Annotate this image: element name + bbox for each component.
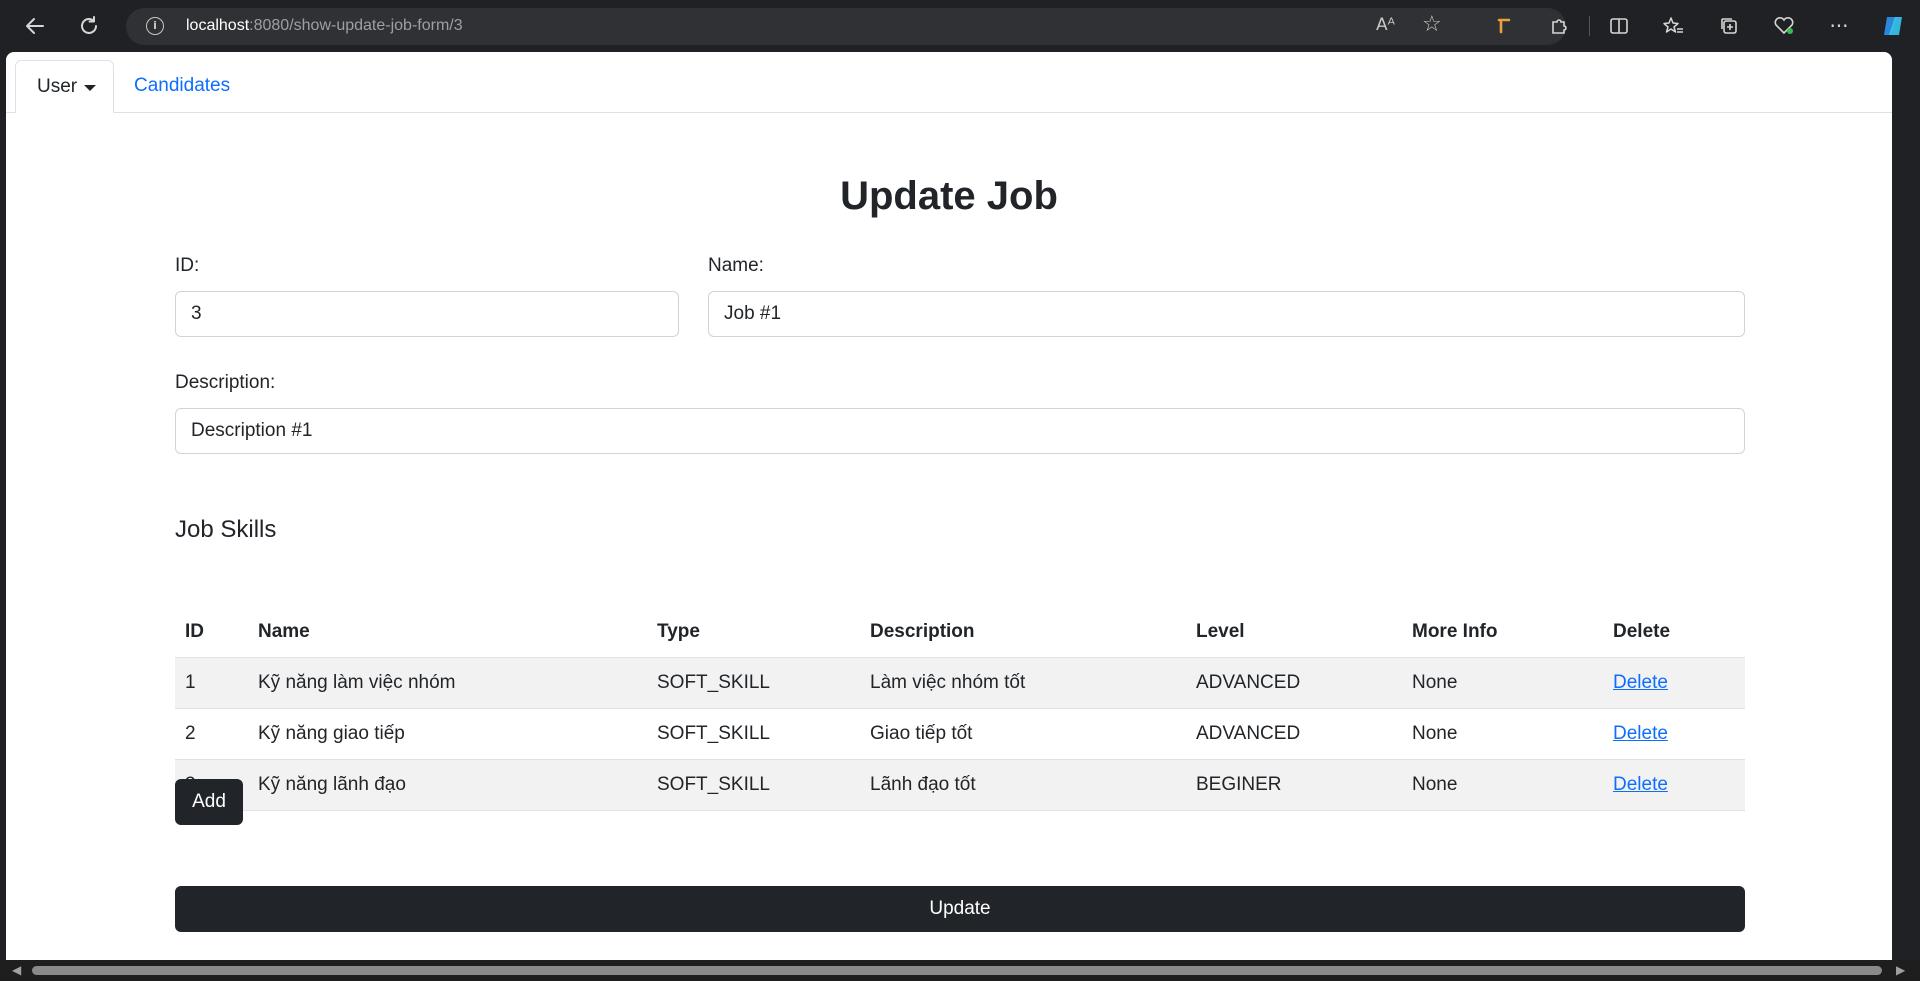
cell-description: Làm việc nhóm tốt: [860, 657, 1186, 709]
cell-more-info: None: [1402, 657, 1603, 709]
user-dropdown-tab[interactable]: User: [15, 60, 114, 113]
cell-delete: Delete: [1603, 708, 1745, 760]
description-label: Description:: [175, 372, 276, 393]
description-input[interactable]: Description #1: [175, 408, 1745, 454]
window-edge: [1892, 52, 1920, 981]
back-icon[interactable]: [22, 13, 48, 39]
cell-type: SOFT_SKILL: [647, 657, 860, 709]
toolbar-divider: [1589, 16, 1590, 36]
table-row: 3 Kỹ năng lãnh đạo SOFT_SKILL Lãnh đạo t…: [175, 759, 1745, 811]
cell-description: Lãnh đạo tốt: [860, 759, 1186, 811]
read-aloud-icon[interactable]: Aᴬ: [1376, 15, 1395, 35]
update-button[interactable]: Update: [175, 886, 1745, 932]
job-skills-table: ID Name Type Description Level More Info…: [175, 607, 1745, 811]
delete-link[interactable]: Delete: [1613, 774, 1668, 795]
browser-toolbar: i localhost:8080/show-update-job-form/3 …: [0, 0, 1920, 52]
col-header-more-info: More Info: [1402, 607, 1603, 658]
name-label: Name:: [708, 255, 764, 276]
user-tab-label: User: [37, 75, 78, 97]
page-title: Update Job: [840, 174, 1058, 218]
cell-type: SOFT_SKILL: [647, 759, 860, 811]
col-header-description: Description: [860, 607, 1186, 658]
name-input[interactable]: Job #1: [708, 291, 1745, 337]
site-info-icon[interactable]: i: [146, 17, 164, 35]
col-header-delete: Delete: [1603, 607, 1745, 658]
col-header-type: Type: [647, 607, 860, 658]
delete-link[interactable]: Delete: [1613, 723, 1668, 744]
extension-icon[interactable]: [1492, 13, 1518, 39]
cell-name: Kỹ năng giao tiếp: [248, 708, 647, 760]
candidates-tab[interactable]: Candidates: [134, 60, 230, 112]
url-text[interactable]: localhost:8080/show-update-job-form/3: [186, 17, 463, 35]
cell-type: SOFT_SKILL: [647, 708, 860, 760]
scrollbar-thumb[interactable]: [32, 966, 1882, 975]
table-row: 1 Kỹ năng làm việc nhóm SOFT_SKILL Làm v…: [175, 657, 1745, 709]
favorite-star-icon[interactable]: ☆: [1422, 12, 1442, 37]
copilot-icon[interactable]: [1880, 13, 1906, 39]
refresh-icon[interactable]: [76, 13, 102, 39]
cell-level: ADVANCED: [1186, 657, 1402, 709]
cell-more-info: None: [1402, 708, 1603, 760]
page-content: User Candidates Update Job ID: 3 Name: J…: [6, 52, 1892, 960]
cell-level: ADVANCED: [1186, 708, 1402, 760]
cell-delete: Delete: [1603, 657, 1745, 709]
delete-link[interactable]: Delete: [1613, 672, 1668, 693]
caret-down-icon: [84, 84, 97, 91]
scroll-left-arrow-icon[interactable]: ◀: [12, 963, 21, 977]
id-label: ID:: [175, 255, 200, 276]
split-screen-icon[interactable]: [1606, 13, 1632, 39]
cell-description: Giao tiếp tốt: [860, 708, 1186, 760]
cell-name: Kỹ năng lãnh đạo: [248, 759, 647, 811]
nav-tabs: User Candidates: [6, 60, 1892, 113]
cell-id: 1: [175, 657, 248, 709]
scroll-right-arrow-icon[interactable]: ▶: [1896, 963, 1905, 977]
horizontal-scrollbar[interactable]: ◀ ▶: [0, 960, 1920, 981]
url-path: :8080/show-update-job-form/3: [249, 17, 463, 34]
add-skill-button[interactable]: Add: [175, 779, 243, 825]
table-header-row: ID Name Type Description Level More Info…: [175, 607, 1745, 658]
extensions-puzzle-icon[interactable]: [1546, 13, 1572, 39]
id-input[interactable]: 3: [175, 291, 679, 337]
cell-id: 2: [175, 708, 248, 760]
url-host: localhost: [186, 17, 250, 34]
col-header-id: ID: [175, 607, 248, 658]
cell-delete: Delete: [1603, 759, 1745, 811]
collections-icon[interactable]: [1716, 13, 1742, 39]
cell-level: BEGINER: [1186, 759, 1402, 811]
table-row: 2 Kỹ năng giao tiếp SOFT_SKILL Giao tiếp…: [175, 708, 1745, 760]
cell-name: Kỹ năng làm việc nhóm: [248, 657, 647, 709]
job-skills-heading: Job Skills: [175, 516, 277, 543]
more-options-icon[interactable]: ···: [1826, 13, 1852, 39]
col-header-level: Level: [1186, 607, 1402, 658]
browser-essentials-icon[interactable]: [1771, 13, 1797, 39]
address-bar[interactable]: i localhost:8080/show-update-job-form/3 …: [126, 8, 1566, 45]
favorites-icon[interactable]: [1660, 13, 1686, 39]
cell-more-info: None: [1402, 759, 1603, 811]
col-header-name: Name: [248, 607, 647, 658]
